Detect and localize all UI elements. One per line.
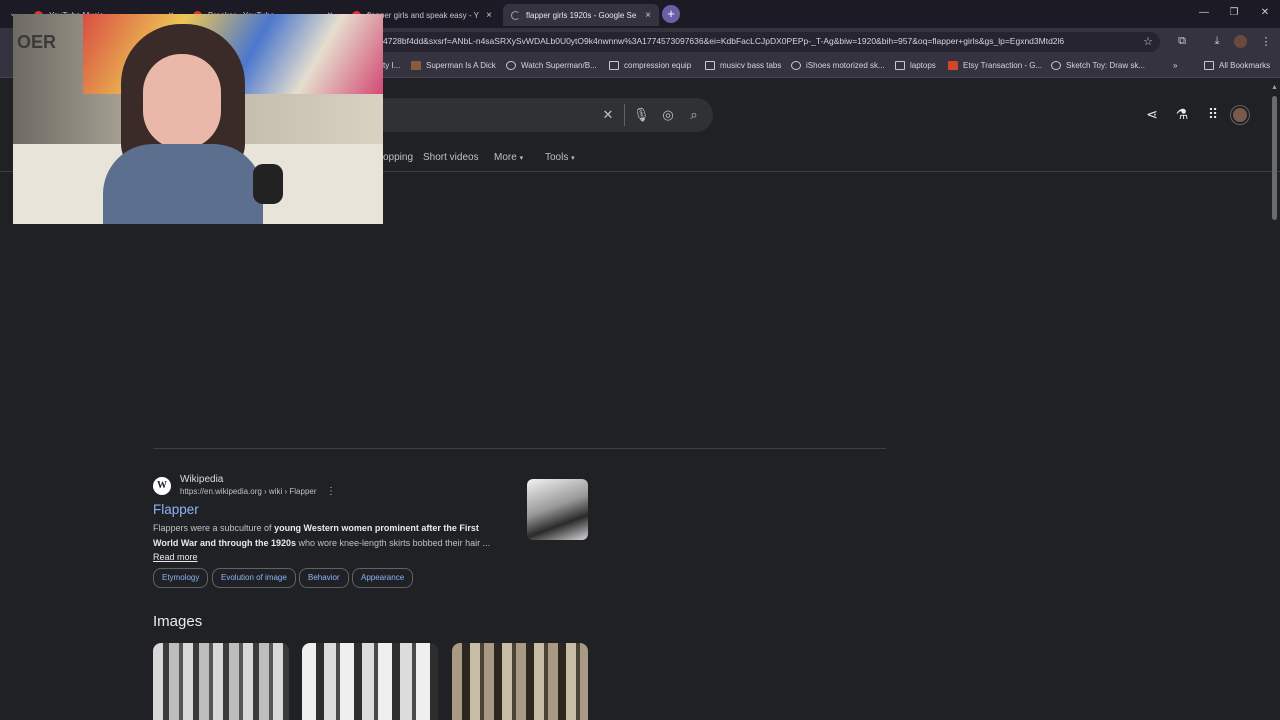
- tab-title: flapper girls 1920s - Google Se: [526, 10, 637, 20]
- webcam-overlay: OER: [13, 14, 383, 224]
- wikipedia-icon: W: [153, 477, 171, 495]
- bookmark-label: compression equip: [624, 61, 692, 70]
- streamer-figure: [103, 24, 283, 224]
- folder-icon: [895, 61, 905, 70]
- webcam-label: OER: [17, 32, 57, 52]
- scrollbar-thumb[interactable]: [1272, 96, 1277, 220]
- bookmark-label: laptops: [910, 61, 936, 70]
- results-divider: [153, 448, 886, 449]
- streamer-shirt: [103, 144, 263, 224]
- minimize-button[interactable]: —: [1197, 7, 1211, 18]
- clear-search-icon[interactable]: ✕: [600, 107, 616, 123]
- google-account-avatar[interactable]: [1231, 106, 1249, 124]
- tab-tools[interactable]: Tools ▾: [545, 152, 575, 163]
- bookmark-label: musicv bass tabs: [720, 61, 782, 70]
- chip-behavior[interactable]: Behavior: [299, 568, 349, 588]
- chip-evolution-of-image[interactable]: Evolution of image: [212, 568, 296, 588]
- etsy-icon: [948, 61, 958, 70]
- bookmark-label: All Bookmarks: [1219, 61, 1271, 70]
- caret-down-icon: ▾: [519, 155, 524, 162]
- close-icon[interactable]: ×: [486, 10, 492, 21]
- url-text[interactable]: 4728bf4dd&sxsrf=ANbL-n4saSRXySvWDALb0U0y…: [383, 36, 1133, 46]
- apps-grid-icon[interactable]: ⠿: [1204, 106, 1222, 123]
- tab-label: Tools: [545, 152, 569, 163]
- image-result[interactable]: [302, 643, 438, 720]
- microphone-icon[interactable]: 🎙: [633, 107, 650, 123]
- bookmark-item[interactable]: ty I...: [383, 61, 400, 70]
- bookmark-label: Superman Is A Dick: [426, 61, 496, 70]
- bookmarks-overflow-button[interactable]: »: [1173, 61, 1177, 70]
- search-divider: [624, 104, 625, 126]
- bookmark-item[interactable]: Sketch Toy: Draw sk...: [1051, 61, 1145, 70]
- labs-icon[interactable]: ⚗: [1173, 106, 1191, 123]
- folder-icon: [609, 61, 619, 70]
- bookmark-item[interactable]: Superman Is A Dick: [411, 61, 496, 70]
- bookmark-folder[interactable]: compression equip: [609, 61, 691, 70]
- result-title-link[interactable]: Flapper: [153, 502, 199, 517]
- loading-spinner-icon: [511, 10, 520, 20]
- bookmark-label: iShoes motorized sk...: [806, 61, 885, 70]
- result-snippet: Flappers were a subculture of young West…: [153, 521, 503, 565]
- bookmark-label: ty I...: [383, 61, 401, 70]
- result-thumbnail[interactable]: [527, 479, 588, 540]
- bookmark-item[interactable]: iShoes motorized sk...: [791, 61, 885, 70]
- extensions-icon[interactable]: ⧉: [1175, 35, 1189, 48]
- close-icon[interactable]: ×: [645, 10, 651, 21]
- folder-icon: [705, 61, 715, 70]
- image-result[interactable]: [153, 643, 289, 720]
- more-options-icon[interactable]: ⋮: [326, 486, 336, 497]
- download-icon[interactable]: ⤓: [1210, 35, 1224, 48]
- lens-icon[interactable]: ◎: [660, 107, 676, 123]
- bookmark-star-icon[interactable]: ☆: [1141, 35, 1155, 48]
- read-more-link[interactable]: Read more: [153, 552, 198, 562]
- tab-label: More: [494, 152, 517, 163]
- profile-avatar[interactable]: [1234, 35, 1247, 48]
- bookmark-folder[interactable]: musicv bass tabs: [705, 61, 781, 70]
- bookmark-folder[interactable]: laptops: [895, 61, 936, 70]
- close-window-button[interactable]: ✕: [1258, 7, 1272, 18]
- new-tab-button[interactable]: +: [662, 5, 680, 23]
- search-icon[interactable]: ⌕: [686, 107, 702, 123]
- tab-shopping[interactable]: opping: [383, 152, 413, 163]
- globe-icon: [1051, 61, 1061, 70]
- scroll-up-arrow-icon[interactable]: ▲: [1271, 84, 1278, 91]
- share-icon[interactable]: ⋖: [1143, 106, 1161, 123]
- all-bookmarks-button[interactable]: All Bookmarks: [1204, 61, 1270, 70]
- tab-more[interactable]: More ▾: [494, 152, 523, 163]
- image-result[interactable]: [452, 643, 588, 720]
- image-icon: [411, 61, 421, 70]
- tab-short-videos[interactable]: Short videos: [423, 152, 479, 163]
- tab-title: flapper girls and speak easy - Y: [367, 10, 479, 20]
- snippet-text: Flappers were a subculture of: [153, 523, 275, 533]
- globe-icon: [506, 61, 516, 70]
- microphone: [253, 164, 283, 204]
- result-url[interactable]: https://en.wikipedia.org › wiki › Flappe…: [180, 487, 317, 496]
- caret-down-icon: ▾: [571, 155, 575, 162]
- bookmark-label: Etsy Transaction - G...: [963, 61, 1043, 70]
- globe-icon: [791, 61, 801, 70]
- snippet-text: who wore knee-length skirts bobbed their…: [296, 537, 491, 548]
- maximize-button[interactable]: ❐: [1227, 7, 1241, 18]
- folder-icon: [1204, 61, 1214, 70]
- streamer-face: [143, 54, 221, 149]
- bookmark-label: Sketch Toy: Draw sk...: [1066, 61, 1145, 70]
- chip-etymology[interactable]: Etymology: [153, 568, 209, 588]
- bookmark-item[interactable]: Etsy Transaction - G...: [948, 61, 1042, 70]
- bookmark-item[interactable]: Watch Superman/B...: [506, 61, 597, 70]
- menu-icon[interactable]: ⋮: [1259, 35, 1273, 48]
- tab-google-search[interactable]: flapper girls 1920s - Google Se ×: [503, 4, 659, 26]
- bookmark-label: Watch Superman/B...: [521, 61, 597, 70]
- result-site-name[interactable]: Wikipedia: [180, 474, 223, 485]
- images-section-heading: Images: [153, 613, 203, 630]
- chip-appearance[interactable]: Appearance: [352, 568, 414, 588]
